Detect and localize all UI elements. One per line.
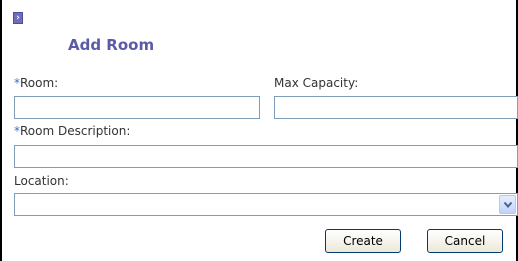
dropdown-button[interactable] <box>499 195 516 214</box>
location-label: Location: <box>14 174 69 188</box>
location-select[interactable] <box>14 193 518 216</box>
add-room-dialog: › Add Room *Room: Max Capacity: *Room De… <box>0 0 518 261</box>
cancel-button[interactable]: Cancel <box>427 229 503 253</box>
max-capacity-input[interactable] <box>274 96 518 119</box>
room-description-label: *Room Description: <box>14 124 131 138</box>
chevron-down-icon <box>503 201 513 209</box>
expand-arrow-icon[interactable]: › <box>13 12 23 24</box>
create-button[interactable]: Create <box>325 229 401 253</box>
room-description-input[interactable] <box>14 145 518 168</box>
room-label: *Room: <box>14 76 59 90</box>
max-capacity-label: Max Capacity: <box>274 76 359 90</box>
room-input[interactable] <box>14 96 260 119</box>
dialog-title: Add Room <box>68 36 155 54</box>
